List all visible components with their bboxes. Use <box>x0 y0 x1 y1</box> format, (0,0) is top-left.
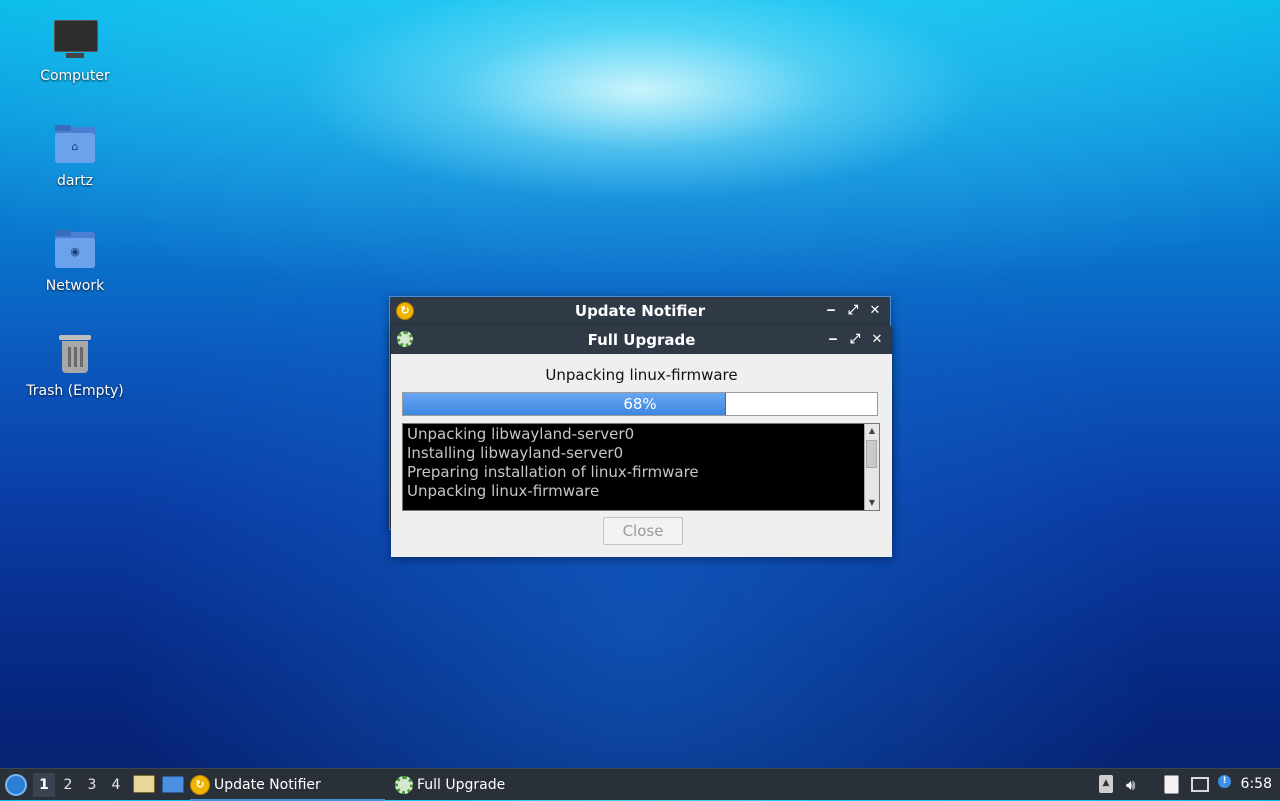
file-manager-icon[interactable] <box>133 775 155 793</box>
desktop-icon-network[interactable]: ◉ Network <box>20 228 130 294</box>
task-label: Full Upgrade <box>417 777 506 793</box>
full-upgrade-titlebar[interactable]: Full Upgrade ‒ ⤢ ✕ <box>391 326 892 354</box>
trash-icon <box>53 333 97 377</box>
workspace-4[interactable]: 4 <box>105 773 127 797</box>
workspace-2[interactable]: 2 <box>57 773 79 797</box>
window-title: Update Notifier <box>574 302 706 320</box>
eject-icon[interactable]: ▲ <box>1099 773 1115 797</box>
scroll-down-arrow-icon[interactable]: ▼ <box>865 496 879 510</box>
upgrade-log[interactable]: Unpacking libwayland-server0 Installing … <box>402 423 880 511</box>
scrollbar-thumb[interactable] <box>866 440 877 468</box>
network-icon[interactable] <box>1191 773 1211 797</box>
task-label: Update Notifier <box>214 777 321 793</box>
log-line: Unpacking libwayland-server0 <box>407 425 635 443</box>
network-folder-icon: ◉ <box>53 228 97 272</box>
log-scrollbar[interactable]: ▲ ▼ <box>864 424 879 510</box>
volume-icon[interactable]: 🔊︎ <box>1126 773 1146 797</box>
show-desktop-icon[interactable] <box>162 776 184 793</box>
maximize-button[interactable]: ⤢ <box>844 329 866 351</box>
minimize-button[interactable]: ‒ <box>822 329 844 351</box>
start-menu-icon[interactable] <box>5 774 27 796</box>
update-notifier-icon: ↻ <box>396 302 414 320</box>
minimize-button[interactable]: ‒ <box>820 300 842 322</box>
scroll-up-arrow-icon[interactable]: ▲ <box>865 424 879 438</box>
log-line: Unpacking linux-firmware <box>407 482 600 500</box>
clock[interactable]: 6:58 <box>1241 769 1272 800</box>
progress-percent-label: 68% <box>623 395 657 413</box>
update-notifier-icon: ↻ <box>190 775 210 795</box>
clipboard-icon[interactable] <box>1164 773 1182 797</box>
workspace-3[interactable]: 3 <box>81 773 103 797</box>
close-window-button[interactable]: ✕ <box>864 300 886 322</box>
update-notifier-titlebar[interactable]: ↻ Update Notifier ‒ ⤢ ✕ <box>390 297 890 325</box>
desktop-icon-label: Computer <box>40 68 110 84</box>
upgrade-status-text: Unpacking linux-firmware <box>545 366 738 384</box>
desktop-icon-home[interactable]: ⌂ dartz <box>20 123 130 189</box>
taskbar: 1 2 3 4 ↻ Update Notifier Full Upgrade ▲… <box>0 768 1280 801</box>
gear-icon <box>395 776 413 794</box>
gear-icon <box>397 331 415 349</box>
workspace-1[interactable]: 1 <box>33 773 55 797</box>
desktop-icon-label: Trash (Empty) <box>26 383 124 399</box>
monitor-icon <box>53 18 98 62</box>
task-full-upgrade[interactable]: Full Upgrade <box>395 771 590 799</box>
full-upgrade-window[interactable]: Full Upgrade ‒ ⤢ ✕ Unpacking linux-firmw… <box>391 326 892 557</box>
task-update-notifier[interactable]: ↻ Update Notifier <box>190 771 385 801</box>
maximize-button[interactable]: ⤢ <box>842 300 864 322</box>
home-folder-icon: ⌂ <box>53 123 97 167</box>
desktop-icon-label: dartz <box>56 173 94 189</box>
close-window-button[interactable]: ✕ <box>866 329 888 351</box>
desktop-icon-trash[interactable]: Trash (Empty) <box>20 333 130 399</box>
upgrade-progress-bar: 68% <box>402 392 878 416</box>
close-button[interactable]: Close <box>603 517 683 545</box>
log-line: Preparing installation of linux-firmware <box>407 463 699 481</box>
window-title: Full Upgrade <box>587 331 696 349</box>
desktop-icon-label: Network <box>45 278 105 294</box>
update-available-icon[interactable]: ! <box>1218 773 1238 797</box>
desktop-icon-computer[interactable]: Computer <box>20 18 130 84</box>
log-line: Installing libwayland-server0 <box>407 444 624 462</box>
